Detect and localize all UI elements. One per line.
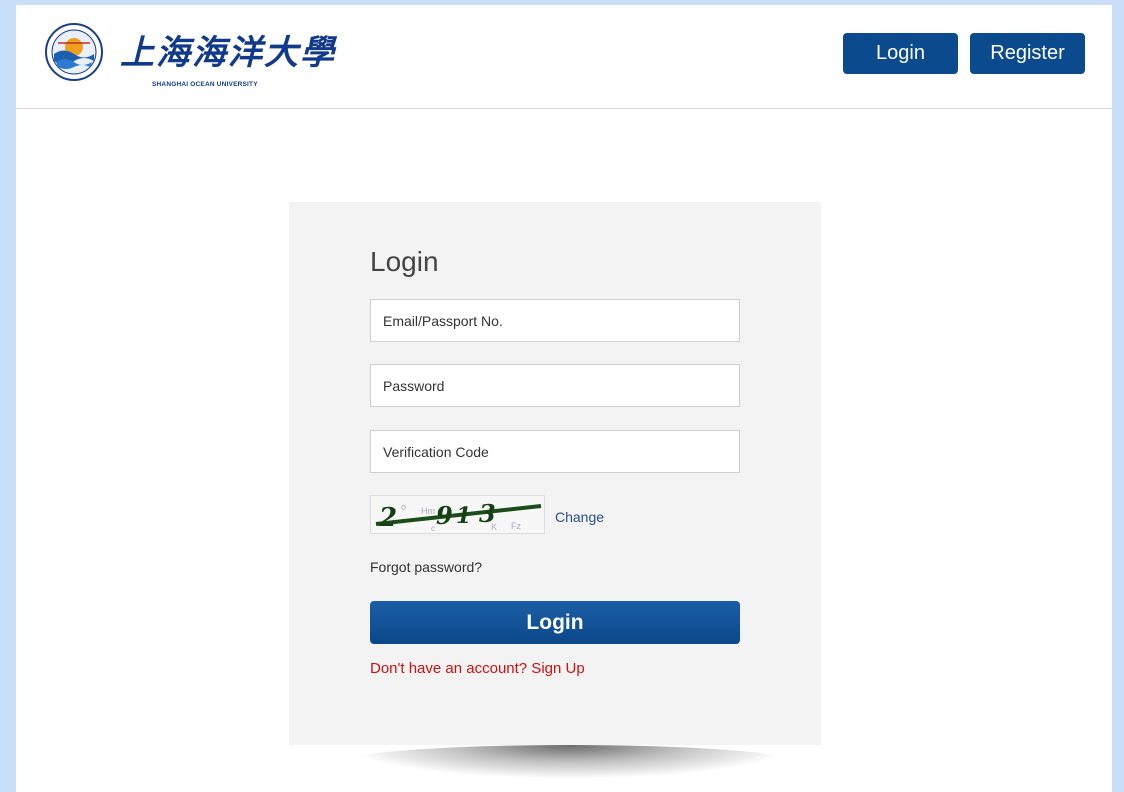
login-submit-button[interactable]: Login: [370, 601, 740, 644]
login-card: Login 2 9 1 3 o Hm K Fz c Change Forgot …: [289, 202, 821, 745]
captcha-image: 2 9 1 3 o Hm K Fz c: [370, 495, 545, 534]
svg-text:9: 9: [436, 501, 453, 530]
card-shadow: [344, 745, 794, 779]
svg-text:1: 1: [456, 503, 471, 529]
svg-text:Hm: Hm: [421, 506, 435, 516]
university-logo[interactable]: 上海海洋大學 SHANGHAI OCEAN UNIVERSITY: [44, 21, 334, 91]
header-register-button[interactable]: Register: [970, 33, 1085, 74]
svg-text:K: K: [491, 522, 497, 532]
page: 上海海洋大學 SHANGHAI OCEAN UNIVERSITY Login R…: [16, 5, 1112, 792]
svg-text:2: 2: [378, 503, 397, 533]
verification-code-input[interactable]: [370, 430, 740, 473]
email-input[interactable]: [370, 299, 740, 342]
svg-text:o: o: [401, 502, 406, 512]
header-login-button[interactable]: Login: [843, 33, 958, 74]
login-title: Login: [370, 246, 439, 277]
change-captcha-link[interactable]: Change: [555, 509, 604, 525]
svg-text:Fz: Fz: [511, 521, 521, 531]
university-emblem-icon: [45, 23, 103, 81]
forgot-password-link[interactable]: Forgot password?: [370, 559, 482, 575]
svg-text:c: c: [431, 524, 435, 533]
password-input[interactable]: [370, 364, 740, 407]
header: 上海海洋大學 SHANGHAI OCEAN UNIVERSITY Login R…: [16, 5, 1112, 109]
signup-link[interactable]: Don't have an account? Sign Up: [370, 660, 585, 677]
logo-english-text: SHANGHAI OCEAN UNIVERSITY: [152, 81, 258, 88]
logo-chinese-text: 上海海洋大學: [120, 33, 336, 73]
